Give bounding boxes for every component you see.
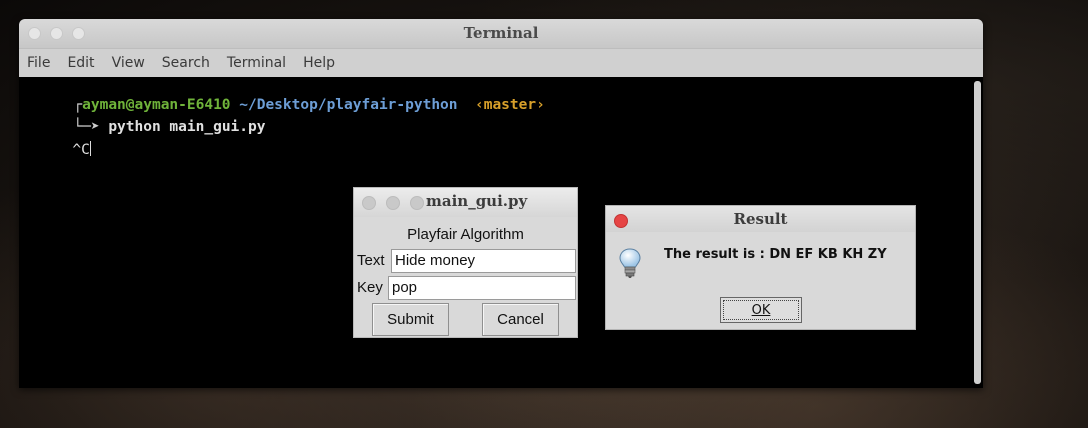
menu-terminal[interactable]: Terminal: [227, 55, 286, 71]
ok-label: OK: [751, 302, 771, 318]
menu-help[interactable]: Help: [303, 55, 335, 71]
terminal-scrollbar[interactable]: [974, 81, 981, 384]
command-text: python main_gui.py: [108, 119, 266, 135]
gui-maximize-button[interactable]: [410, 196, 424, 210]
gui-title: main_gui.py: [426, 192, 528, 210]
terminal-title: Terminal: [463, 24, 539, 42]
gui-heading: Playfair Algorithm: [407, 226, 524, 243]
interrupt-text: ^C: [72, 142, 90, 158]
cancel-button[interactable]: Cancel: [482, 303, 559, 336]
lightbulb-icon: [619, 248, 641, 278]
text-input[interactable]: Hide money: [391, 249, 576, 273]
gui-minimize-button[interactable]: [386, 196, 400, 210]
ok-button[interactable]: OK: [720, 297, 802, 323]
result-titlebar[interactable]: Result: [606, 206, 915, 232]
submit-button[interactable]: Submit: [372, 303, 449, 336]
text-cursor: [89, 141, 91, 156]
result-title: Result: [733, 210, 788, 228]
menu-search[interactable]: Search: [162, 55, 210, 71]
gui-close-button[interactable]: [362, 196, 376, 210]
result-dialog[interactable]: Result The result is : DN EF KB KH ZY OK: [605, 205, 916, 330]
interrupt-line: ^C: [20, 125, 91, 174]
menu-file[interactable]: File: [27, 55, 50, 71]
prompt-path: ~/Desktop/playfair-python: [239, 97, 458, 113]
result-message: The result is : DN EF KB KH ZY: [664, 247, 887, 262]
key-input[interactable]: pop: [388, 276, 576, 300]
menu-edit[interactable]: Edit: [67, 55, 94, 71]
main-gui-window[interactable]: main_gui.py Playfair Algorithm Text Hide…: [353, 187, 578, 338]
terminal-menubar: File Edit View Search Terminal Help: [19, 49, 983, 77]
key-label: Key: [357, 279, 383, 296]
gui-window-controls: [362, 196, 424, 210]
main-gui-titlebar[interactable]: main_gui.py: [354, 188, 577, 217]
prompt-arrow-icon: ➤: [90, 119, 100, 135]
text-label: Text: [357, 252, 385, 269]
prompt-branch: ‹master›: [474, 97, 545, 113]
terminal-titlebar[interactable]: Terminal: [19, 19, 983, 49]
menu-view[interactable]: View: [112, 55, 145, 71]
